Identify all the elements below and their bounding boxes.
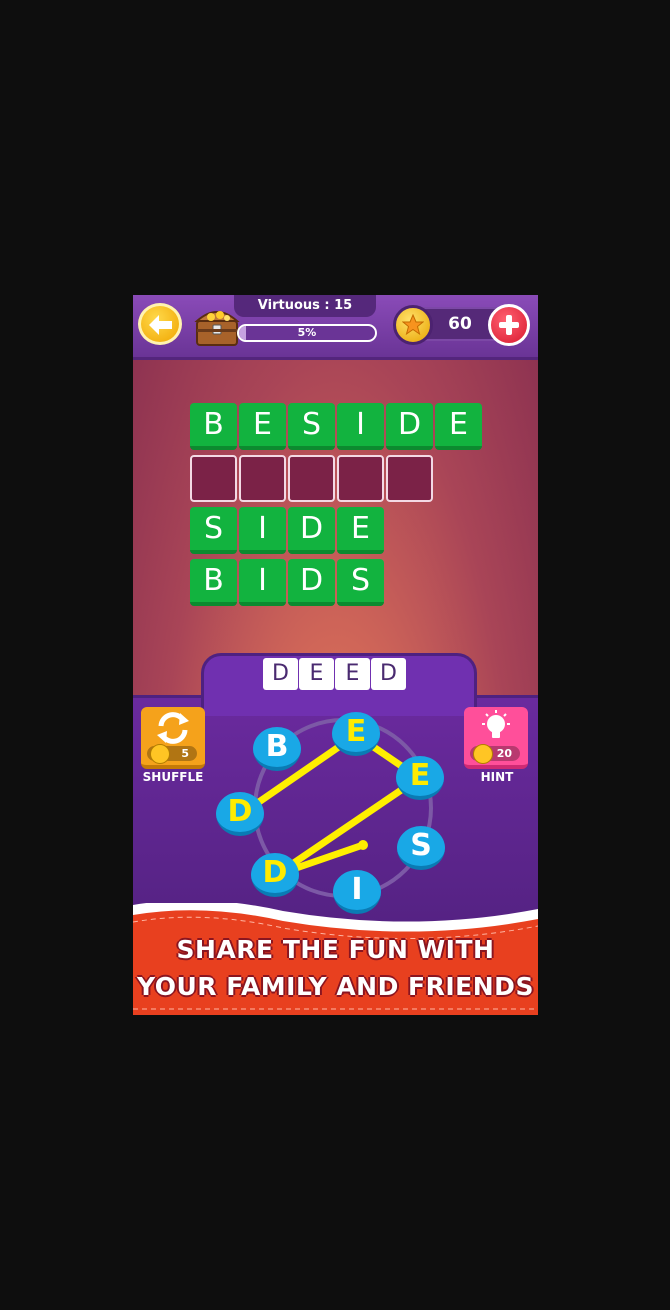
letter-tile: I <box>239 507 286 554</box>
shuffle-button[interactable]: 5 <box>141 707 205 769</box>
wheel-letter-s[interactable]: S <box>397 826 445 870</box>
progress-label: 5% <box>297 326 317 339</box>
letter-tile: S <box>337 559 384 606</box>
level-progress-bar: 5% <box>237 324 377 342</box>
hint-cost: 20 <box>470 744 520 764</box>
wheel-letter-e-selected[interactable]: E <box>396 756 444 800</box>
shuffle-label: SHUFFLE <box>142 770 204 784</box>
letter-tile: D <box>386 403 433 450</box>
letter-tile: I <box>239 559 286 606</box>
empty-letter-slot <box>190 455 237 502</box>
letter-tile: S <box>288 403 335 450</box>
empty-letter-slot <box>386 455 433 502</box>
empty-letter-slot <box>288 455 335 502</box>
buy-coins-button[interactable] <box>488 304 530 346</box>
coin-count: 60 <box>448 314 472 334</box>
wheel-letter-d-selected[interactable]: D <box>216 792 264 836</box>
letter-tile: E <box>239 403 286 450</box>
letter-tile: B <box>190 403 237 450</box>
coin-star-icon <box>393 305 433 345</box>
back-arrow-icon <box>149 315 172 335</box>
wheel-letter-b[interactable]: B <box>253 727 301 771</box>
hint-label: HINT <box>480 770 514 784</box>
word-row-1: B E S I D E <box>190 403 482 450</box>
letter-tile: I <box>337 403 384 450</box>
letter-tile: E <box>337 507 384 554</box>
promo-text: SHARE THE FUN WITH YOUR FAMILY AND FRIEN… <box>133 931 538 1005</box>
hint-button[interactable]: 20 <box>464 707 528 769</box>
shuffle-cost: 5 <box>147 744 197 764</box>
wheel-letter-e-selected[interactable]: E <box>332 712 380 756</box>
shuffle-icon <box>157 712 189 744</box>
letter-tile: B <box>190 559 237 606</box>
coin-icon <box>150 744 170 764</box>
letter-tile: S <box>190 507 237 554</box>
empty-letter-slot <box>337 455 384 502</box>
word-row-2 <box>190 455 433 502</box>
current-word-letter: E <box>335 658 370 690</box>
letter-tile: D <box>288 559 335 606</box>
current-word-letter: E <box>299 658 334 690</box>
word-row-3: S I D E <box>190 507 384 554</box>
current-word: D E E D <box>263 658 406 690</box>
word-row-4: B I D S <box>190 559 384 606</box>
promo-line-1: SHARE THE FUN WITH <box>176 935 495 964</box>
promo-line-2: YOUR FAMILY AND FRIENDS <box>137 972 534 1001</box>
wheel-letter-d-selected[interactable]: D <box>251 853 299 897</box>
back-button[interactable] <box>138 303 182 345</box>
empty-letter-slot <box>239 455 286 502</box>
current-word-letter: D <box>263 658 298 690</box>
current-word-letter: D <box>371 658 406 690</box>
game-screen: Virtuous : 15 5% 60 B E S I D E S I D E <box>133 295 538 1015</box>
top-bar: Virtuous : 15 5% 60 <box>133 295 538 360</box>
letter-tile: D <box>288 507 335 554</box>
letter-tile: E <box>435 403 482 450</box>
level-title: Virtuous : 15 <box>234 295 376 317</box>
lightbulb-icon <box>482 710 510 738</box>
coin-icon <box>473 744 493 764</box>
